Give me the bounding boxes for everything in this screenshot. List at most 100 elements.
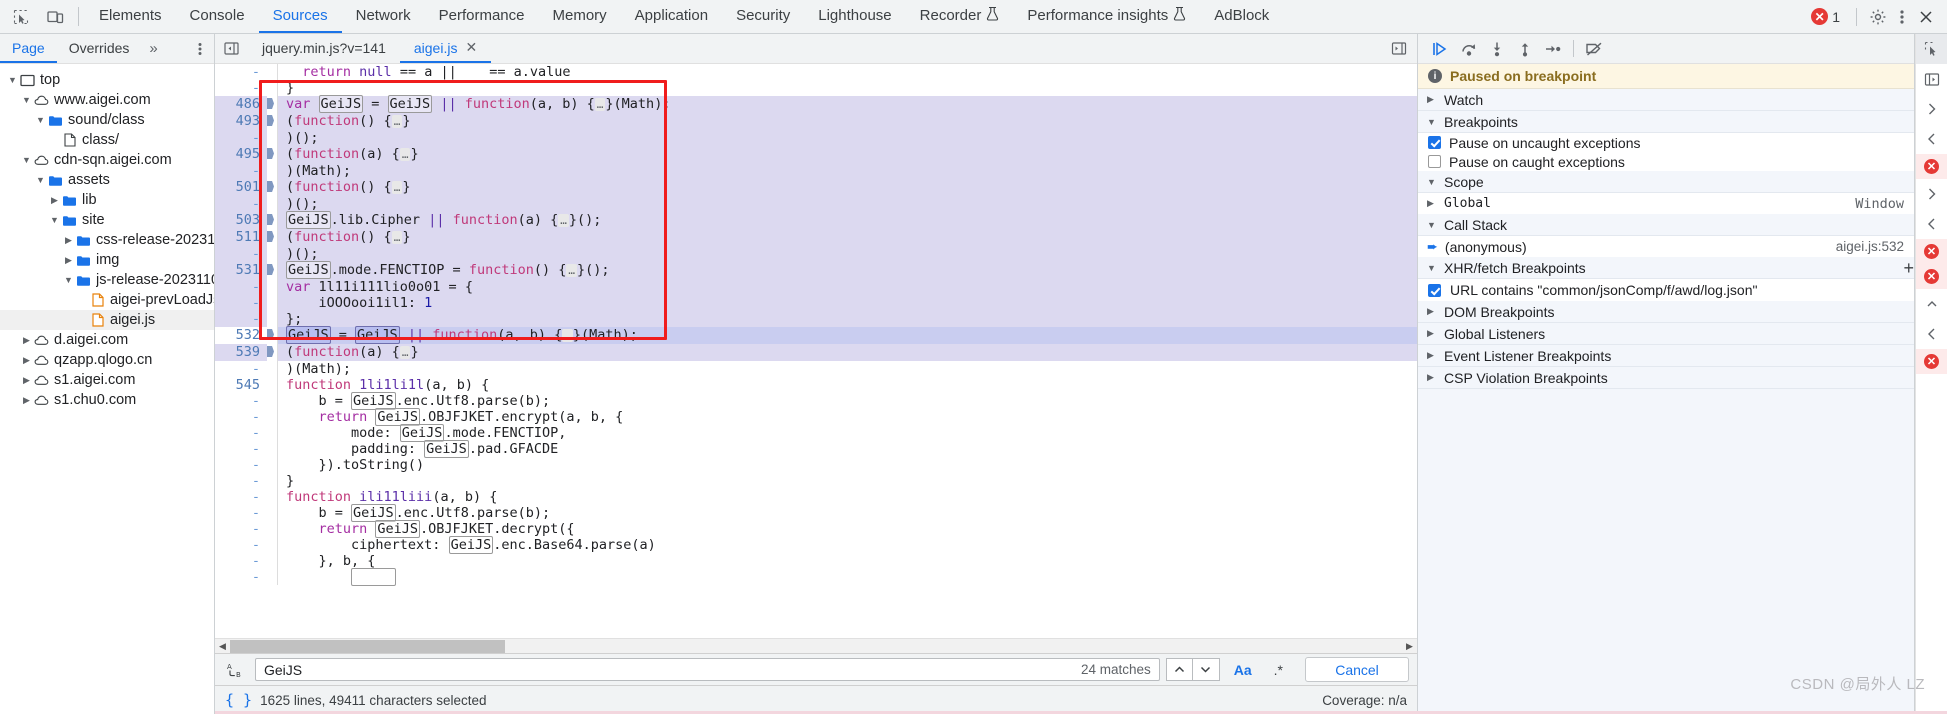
code-text[interactable]: function ili11liii(a, b) { <box>278 489 1417 505</box>
breakpoint-gutter[interactable] <box>267 409 277 425</box>
code-text[interactable]: b = GeiJS .enc.Utf8.parse(b); <box>278 392 1417 410</box>
code-text[interactable]: }).toString() <box>278 457 1417 473</box>
breakpoint-gutter[interactable] <box>267 425 277 441</box>
code-text[interactable]: }, b, { <box>278 553 1417 569</box>
code-text[interactable]: b = GeiJS .enc.Utf8.parse(b); <box>278 504 1417 522</box>
code-text[interactable]: GeiJS .lib.Cipher || function(a) {…}(); <box>278 211 1417 229</box>
line-number[interactable]: - <box>215 505 267 521</box>
line-number[interactable]: - <box>215 537 267 553</box>
tab-memory[interactable]: Memory <box>539 0 621 33</box>
code-text[interactable]: GeiJS .mode.FENCTIOP = function() {…}(); <box>278 261 1417 279</box>
navigator-kebab-icon[interactable] <box>186 34 214 63</box>
chevron-left-icon[interactable] <box>1916 124 1947 154</box>
file-tree-item[interactable]: ▶ d.aigei.com <box>0 330 214 350</box>
source-tab-jquery[interactable]: jquery.min.js?v=141 <box>248 34 400 63</box>
scroll-left-arrow[interactable]: ◀ <box>215 641 230 652</box>
file-tree-item[interactable]: ▶ lib <box>0 190 214 210</box>
chevron-left-icon-2[interactable] <box>1916 209 1947 239</box>
code-text[interactable]: (function(a) {…} <box>278 344 1417 361</box>
breakpoint-marker[interactable] <box>267 179 277 196</box>
code-text[interactable] <box>278 568 1417 586</box>
step-over-button[interactable] <box>1456 37 1482 61</box>
code-scroll-area[interactable]: - return null == a || == a.value -} 486 var… <box>215 64 1417 638</box>
device-toolbar-icon[interactable] <box>44 6 66 28</box>
tab-elements[interactable]: Elements <box>85 0 176 33</box>
step-button[interactable] <box>1540 37 1566 61</box>
scroll-right-arrow[interactable]: ▶ <box>1402 641 1417 652</box>
chevron-down-icon[interactable]: ▼ <box>48 215 61 225</box>
section-watch[interactable]: ▶ Watch <box>1418 89 1914 111</box>
code-text[interactable]: (function() {…} <box>278 113 1417 130</box>
breakpoint-marker[interactable] <box>267 229 277 246</box>
breakpoint-gutter[interactable] <box>267 80 277 96</box>
line-number[interactable]: 545 <box>215 377 267 393</box>
line-number[interactable]: - <box>215 393 267 409</box>
section-scope[interactable]: ▼ Scope <box>1418 171 1914 193</box>
nav-tab-overrides[interactable]: Overrides <box>57 34 142 63</box>
code-text[interactable]: (function(a) {…} <box>278 146 1417 163</box>
section-breakpoints[interactable]: ▼ Breakpoints <box>1418 111 1914 133</box>
section-global-listeners[interactable]: ▶ Global Listeners <box>1418 323 1914 345</box>
file-tree-item[interactable]: ▼ top <box>0 70 214 90</box>
checkbox-icon[interactable] <box>1428 136 1441 149</box>
line-number[interactable]: - <box>215 130 267 146</box>
search-input[interactable] <box>264 661 1071 678</box>
breakpoint-gutter[interactable] <box>267 196 277 212</box>
chevron-right-icon[interactable] <box>1916 94 1947 124</box>
add-xhr-breakpoint-button[interactable]: + <box>1903 259 1914 277</box>
line-number[interactable]: - <box>215 246 267 262</box>
code-text[interactable]: return GeiJS .OBJFJKET.encrypt(a, b, { <box>278 408 1417 426</box>
call-stack-frame[interactable]: ➨ (anonymous) aigei.js:532 <box>1418 236 1914 257</box>
search-next-button[interactable] <box>1192 658 1220 681</box>
tab-lighthouse[interactable]: Lighthouse <box>804 0 905 33</box>
chevron-left-icon-3[interactable] <box>1916 319 1947 349</box>
pretty-print-icon[interactable]: { } <box>225 691 252 709</box>
line-number[interactable]: 495 <box>215 146 267 163</box>
rail-error-icon-1[interactable]: ✕ <box>1915 154 1947 179</box>
breakpoint-gutter[interactable] <box>267 246 277 262</box>
section-csp-violation-breakpoints[interactable]: ▶ CSP Violation Breakpoints <box>1418 367 1914 389</box>
rail-error-icon-2[interactable]: ✕ <box>1915 239 1947 264</box>
breakpoint-gutter[interactable] <box>267 521 277 537</box>
breakpoint-marker[interactable] <box>267 344 277 361</box>
code-text[interactable]: var 1l11i111lio0o01 = { <box>278 279 1417 295</box>
breakpoint-marker[interactable] <box>267 113 277 130</box>
chevron-right-icon[interactable]: ▶ <box>20 335 33 346</box>
search-input-wrapper[interactable]: 24 matches <box>255 658 1160 681</box>
tab-performance-insights[interactable]: Performance insights <box>1013 0 1200 33</box>
resume-script-button[interactable] <box>1428 37 1454 61</box>
line-number[interactable]: - <box>215 553 267 569</box>
chevron-right-icon[interactable]: ▶ <box>62 255 75 266</box>
scrollbar-track[interactable] <box>230 639 1402 654</box>
code-text[interactable]: )(); <box>278 196 1417 212</box>
breakpoint-gutter[interactable] <box>267 505 277 521</box>
code-text[interactable]: )(); <box>278 246 1417 262</box>
code-horizontal-scrollbar[interactable]: ◀ ▶ <box>215 638 1417 653</box>
step-into-button[interactable] <box>1484 37 1510 61</box>
chevron-down-icon[interactable]: ▼ <box>34 175 47 185</box>
breakpoint-marker[interactable] <box>267 262 277 279</box>
breakpoint-gutter[interactable] <box>267 64 277 80</box>
tab-sources[interactable]: Sources <box>258 0 342 33</box>
breakpoint-gutter[interactable] <box>267 473 277 489</box>
pause-on-caught-exceptions-row[interactable]: Pause on caught exceptions <box>1418 152 1914 171</box>
chevron-right-icon-2[interactable] <box>1916 179 1947 209</box>
collapse-panel-icon[interactable] <box>1381 34 1417 63</box>
code-text[interactable]: var GeiJS = GeiJS || function(a, b) {…}(… <box>278 95 1417 113</box>
tab-security[interactable]: Security <box>722 0 804 33</box>
file-tree-item[interactable]: ▼ sound/class <box>0 110 214 130</box>
code-text[interactable]: GeiJS = GeiJS || function(a, b) {…}(Math… <box>278 326 1417 344</box>
chevron-down-icon[interactable]: ▼ <box>20 95 33 105</box>
line-number[interactable]: - <box>215 64 267 80</box>
tab-console[interactable]: Console <box>176 0 259 33</box>
regex-toggle[interactable]: .* <box>1266 662 1291 678</box>
file-tree-item[interactable]: ▶ css-release-202311070 <box>0 230 214 250</box>
code-text[interactable]: )(Math); <box>278 163 1417 179</box>
replace-icon[interactable]: A B <box>223 661 249 679</box>
checkbox-icon[interactable] <box>1428 155 1441 168</box>
breakpoint-gutter[interactable] <box>267 393 277 409</box>
source-tab-aigei[interactable]: aigei.js ✕ <box>399 34 492 63</box>
scrollbar-thumb[interactable] <box>230 639 505 653</box>
step-out-button[interactable] <box>1512 37 1538 61</box>
inspect-rail-icon[interactable] <box>1915 34 1947 64</box>
